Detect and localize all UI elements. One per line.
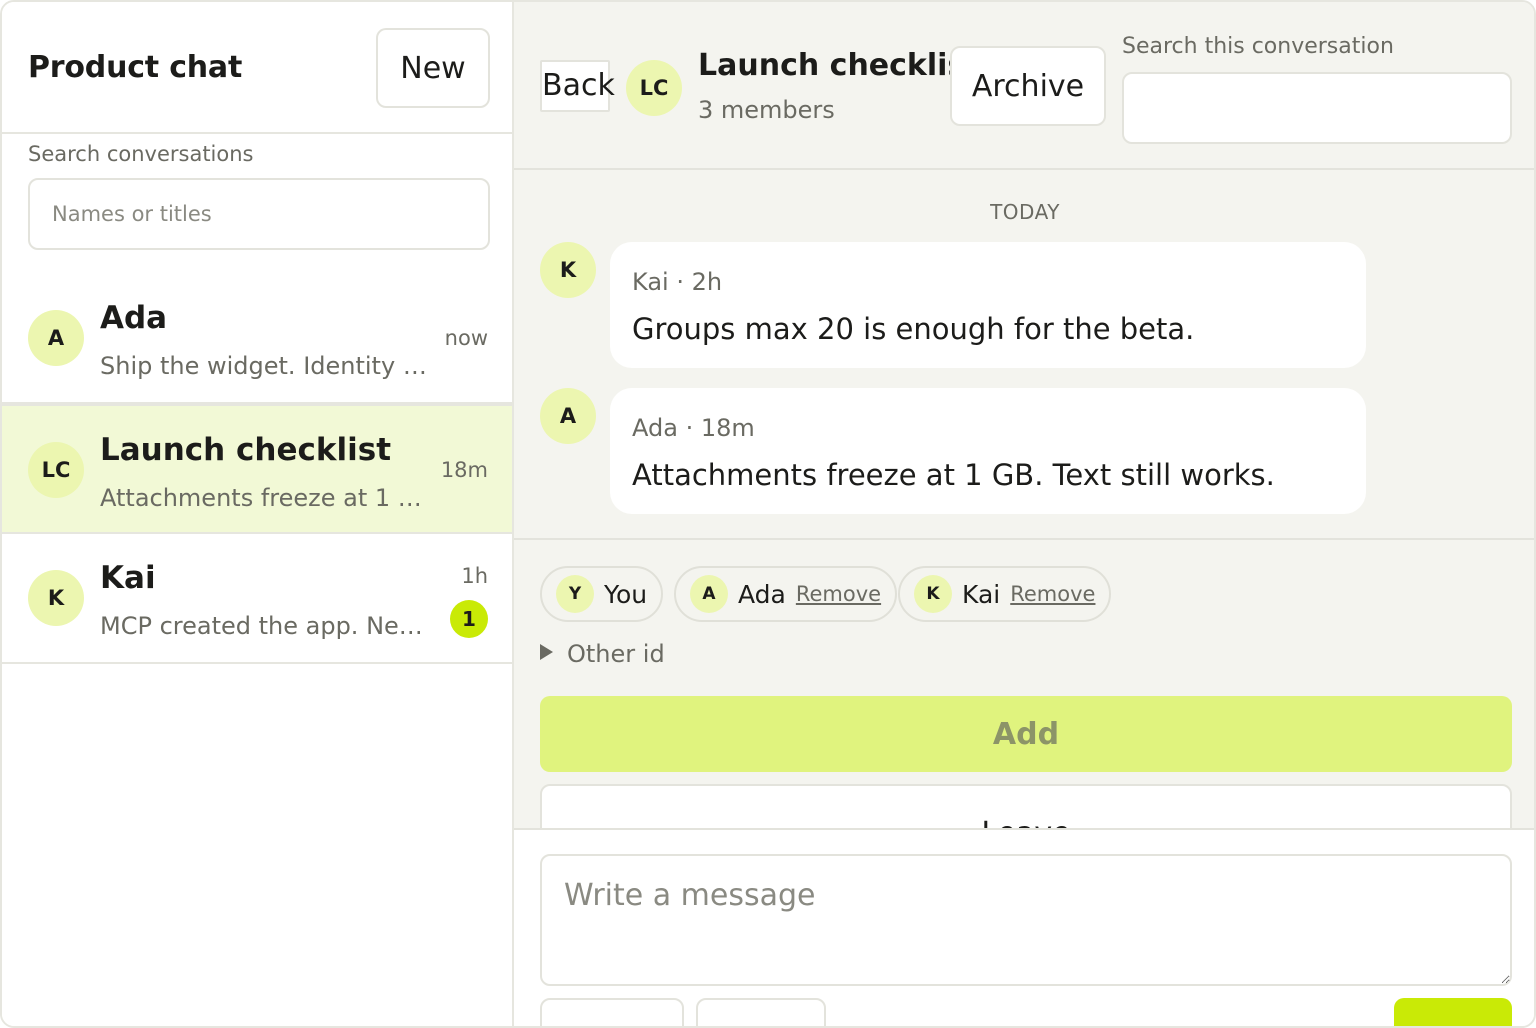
conversation-preview: Ship the widget. Identity st... [100,352,432,380]
conversation-name: Launch checklist [100,432,392,468]
member-name: Kai [962,579,1001,609]
conversation-avatar: LC [626,60,682,116]
archive-button[interactable]: Archive [950,46,1106,126]
send-button[interactable]: Send [1394,998,1512,1026]
avatar: A [28,310,84,366]
message-input[interactable] [540,854,1512,986]
message-meta: Ada · 18m [632,414,755,442]
avatar: LC [28,442,84,498]
conversation-list: A Ada Ship the widget. Identity st... no… [2,274,512,664]
member-count: 3 members [698,96,835,124]
avatar: Y [556,575,594,613]
avatar: A [690,575,728,613]
conversation-item-ada[interactable]: A Ada Ship the widget. Identity st... no… [2,274,512,404]
search-conversation-label: Search this conversation [1122,34,1394,59]
conversation-time: 1h [461,564,488,588]
unread-badge: 1 [450,600,488,638]
app-title: Product chat [28,50,243,85]
conversation-pane: Back LC Launch checklist 3 members Archi… [514,2,1534,1026]
search-conversation-input[interactable] [1122,72,1512,144]
conversation-title: Launch checklist [698,48,980,83]
emoji-button[interactable]: Emoji [696,998,826,1026]
chat-app: Product chat New Search conversations A … [0,0,1536,1028]
message-bubble: Kai · 2h Groups max 20 is enough for the… [610,242,1366,368]
members-panel: Y You A Ada Remove K Kai Remove Other id… [514,538,1534,828]
message-text: Groups max 20 is enough for the beta. [632,312,1195,346]
conversation-name: Kai [100,560,156,596]
disclosure-triangle-icon [540,644,553,660]
conversation-time: 18m [440,458,488,482]
attach-button[interactable]: Attach [540,998,684,1026]
member-name: You [604,579,648,609]
avatar: K [914,575,952,613]
member-chip-you: Y You [540,566,664,622]
message-meta: Kai · 2h [632,268,723,296]
back-button[interactable]: Back [540,60,615,112]
other-id-label: Other id [567,640,665,668]
new-conversation-button[interactable]: New [376,28,490,108]
day-separator: TODAY [990,200,1060,224]
member-name: Ada [738,579,786,609]
composer: Attach Emoji Send [514,828,1534,1026]
avatar: K [28,570,84,626]
conversation-time: now [444,326,488,350]
member-chip-kai: K Kai Remove [898,566,1112,622]
search-conversations-label: Search conversations [28,142,254,166]
message-text: Attachments freeze at 1 GB. Text still w… [632,458,1275,492]
other-id-disclosure[interactable]: Other id [540,640,665,668]
remove-member-link[interactable]: Remove [1010,582,1095,606]
search-conversations-input[interactable] [28,178,490,250]
sidebar: Product chat New Search conversations A … [2,2,514,1026]
member-chip-ada: A Ada Remove [674,566,898,622]
conversation-name: Ada [100,300,168,336]
conversation-item-kai[interactable]: K Kai MCP created the app. Need... 1h 1 [2,534,512,664]
conversation-preview: MCP created the app. Need... [100,612,432,640]
sidebar-header: Product chat New [2,2,514,134]
message-avatar: A [540,388,596,444]
remove-member-link[interactable]: Remove [796,582,881,606]
conversation-preview: Attachments freeze at 1 GB... [100,484,432,512]
conversation-item-launch-checklist[interactable]: LC Launch checklist Attachments freeze a… [2,404,512,534]
leave-conversation-button[interactable]: Leave [540,784,1512,828]
add-member-button[interactable]: Add [540,696,1512,772]
message-bubble: Ada · 18m Attachments freeze at 1 GB. Te… [610,388,1366,514]
conversation-header: Back LC Launch checklist 3 members Archi… [514,2,1534,170]
message-avatar: K [540,242,596,298]
